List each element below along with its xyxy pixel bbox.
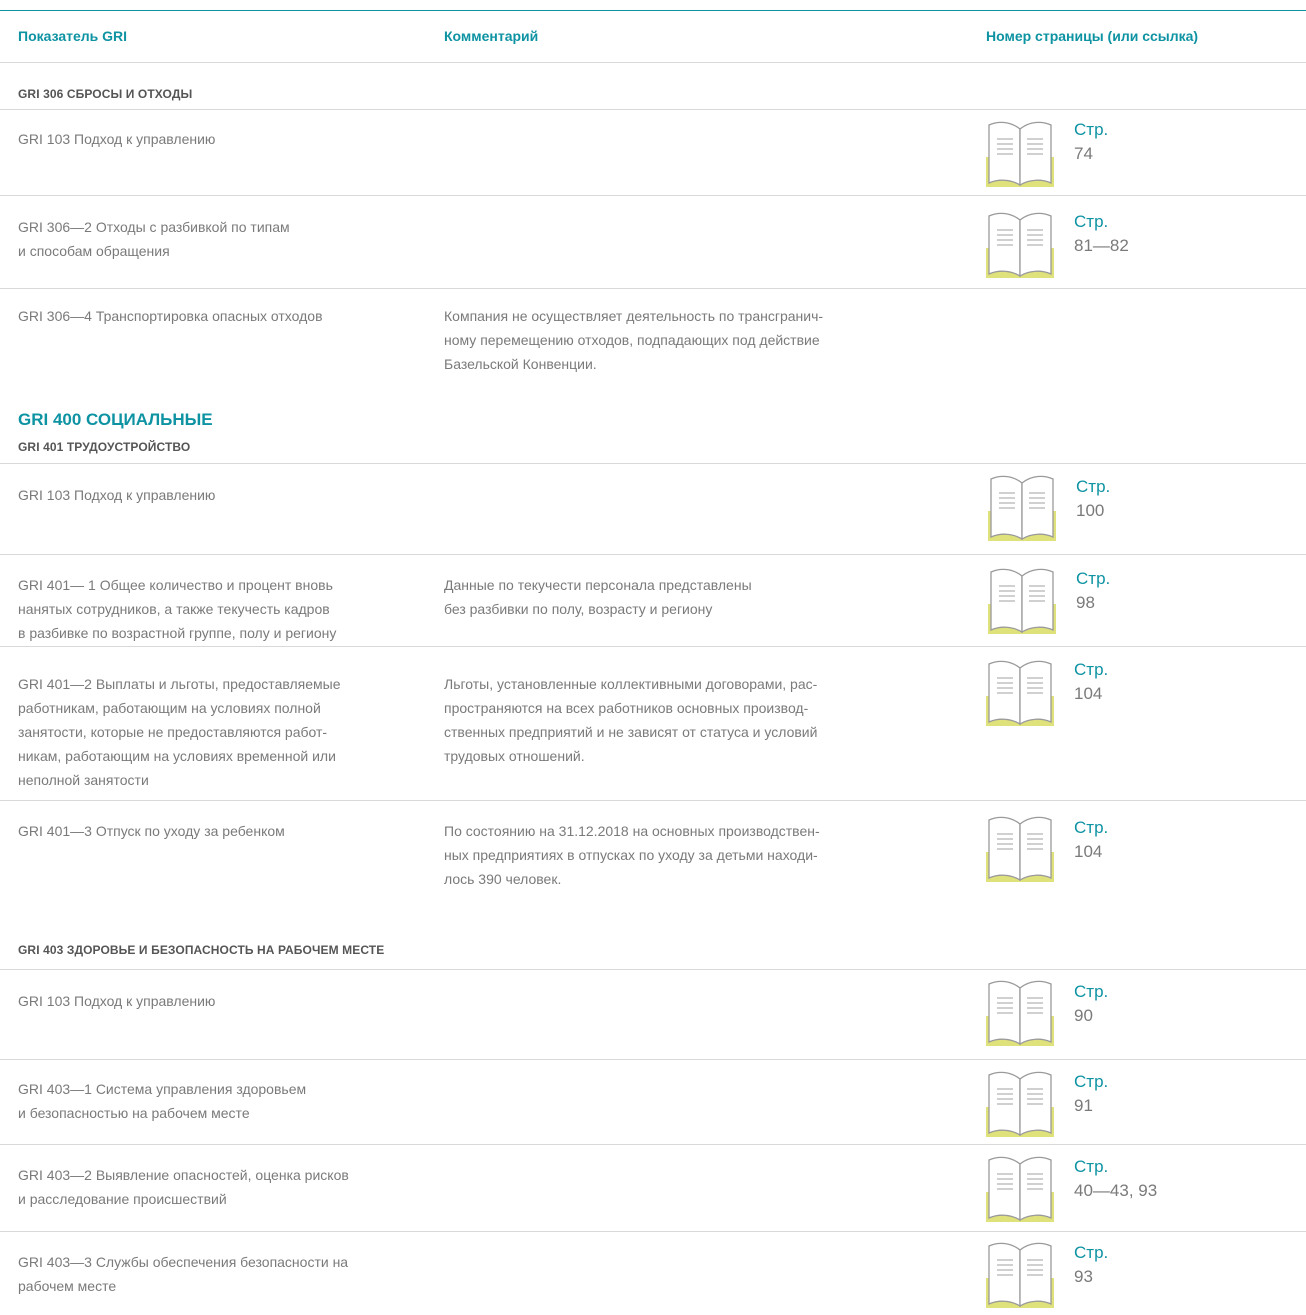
row-divider	[0, 554, 1306, 555]
section-title-403: GRI 403 ЗДОРОВЬЕ И БЕЗОПАСНОСТЬ НА РАБОЧ…	[18, 943, 385, 957]
book-icon[interactable]	[984, 652, 1056, 728]
row-indicator: GRI 103 Подход к управлению	[18, 131, 216, 147]
row-indicator: GRI 103 Подход к управлению	[18, 993, 216, 1009]
row-indicator: GRI 306—2 Отходы с разбивкой по типам и …	[18, 219, 290, 259]
page-reference[interactable]: Стр. 90	[1074, 980, 1108, 1028]
book-icon[interactable]	[984, 808, 1056, 884]
page-label: Стр.	[1074, 660, 1109, 679]
row-divider	[0, 1231, 1306, 1232]
page-number: 81—82	[1074, 236, 1129, 255]
page-reference[interactable]: Стр. 74	[1074, 118, 1108, 166]
column-header-comment: Комментарий	[444, 28, 539, 44]
book-icon[interactable]	[986, 467, 1058, 543]
page-label: Стр.	[1074, 1157, 1109, 1176]
row-divider	[0, 800, 1306, 801]
row-divider	[0, 969, 1306, 970]
page-number: 91	[1074, 1096, 1093, 1115]
page-label: Стр.	[1074, 818, 1109, 837]
page-label: Стр.	[1074, 1072, 1109, 1091]
row-indicator: GRI 401—3 Отпуск по уходу за ребенком	[18, 823, 285, 839]
row-indicator: GRI 403—1 Система управления здоровьем и…	[18, 1081, 307, 1121]
row-divider	[0, 646, 1306, 647]
page-number: 104	[1074, 684, 1103, 703]
row-comment: Льготы, установленные коллективными дого…	[444, 676, 818, 764]
page-reference[interactable]: Стр. 91	[1074, 1070, 1108, 1118]
page-number: 104	[1074, 842, 1103, 861]
page-number: 100	[1076, 501, 1105, 520]
section-title-400: GRI 400 СОЦИАЛЬНЫЕ	[18, 410, 213, 429]
page-number: 98	[1076, 593, 1095, 612]
row-indicator: GRI 403—3 Службы обеспечения безопасност…	[18, 1254, 349, 1294]
row-divider	[0, 288, 1306, 289]
page-label: Стр.	[1076, 569, 1111, 588]
page-reference[interactable]: Стр. 93	[1074, 1241, 1108, 1289]
row-comment: Данные по текучести персонала представле…	[444, 577, 752, 617]
row-comment: Компания не осуществляет деятельность по…	[444, 308, 824, 372]
page-reference[interactable]: Стр. 104	[1074, 658, 1108, 706]
page-label: Стр.	[1076, 477, 1111, 496]
row-divider	[0, 463, 1306, 464]
book-icon[interactable]	[984, 1063, 1056, 1139]
row-divider	[0, 1144, 1306, 1145]
row-indicator: GRI 403—2 Выявление опасностей, оценка р…	[18, 1167, 349, 1207]
page-number: 93	[1074, 1267, 1093, 1286]
page-label: Стр.	[1074, 120, 1109, 139]
header-bottom-rule	[0, 62, 1306, 63]
book-icon[interactable]	[984, 1148, 1056, 1224]
book-icon[interactable]	[984, 204, 1056, 280]
page-reference[interactable]: Стр. 81—82	[1074, 210, 1129, 258]
row-divider	[0, 1059, 1306, 1060]
page-number: 40—43, 93	[1074, 1181, 1158, 1200]
row-indicator: GRI 401— 1 Общее количество и процент вн…	[18, 577, 337, 641]
row-divider	[0, 195, 1306, 196]
section-title-401: GRI 401 ТРУДОУСТРОЙСТВО	[18, 440, 191, 454]
row-divider	[0, 109, 1306, 110]
page-reference[interactable]: Стр. 100	[1076, 475, 1110, 523]
book-icon[interactable]	[984, 972, 1056, 1048]
page-reference[interactable]: Стр. 40—43, 93	[1074, 1155, 1157, 1203]
page-reference[interactable]: Стр. 98	[1076, 567, 1110, 615]
page-label: Стр.	[1074, 1243, 1109, 1262]
page-label: Стр.	[1074, 982, 1109, 1001]
row-indicator: GRI 306—4 Транспортировка опасных отходо…	[18, 308, 323, 324]
book-icon[interactable]	[986, 560, 1058, 636]
section-title-306: GRI 306 СБРОСЫ И ОТХОДЫ	[18, 87, 193, 101]
page-reference[interactable]: Стр. 104	[1074, 816, 1108, 864]
row-comment: По состоянию на 31.12.2018 на основных п…	[444, 823, 820, 887]
page-number: 90	[1074, 1006, 1093, 1025]
row-indicator: GRI 103 Подход к управлению	[18, 487, 216, 503]
book-icon[interactable]	[984, 113, 1056, 189]
page-label: Стр.	[1074, 212, 1109, 231]
row-indicator: GRI 401—2 Выплаты и льготы, предоставляе…	[18, 676, 341, 788]
header-top-rule	[0, 10, 1306, 11]
page-number: 74	[1074, 144, 1093, 163]
column-header-page: Номер страницы (или ссылка)	[986, 28, 1199, 44]
column-header-indicator: Показатель GRI	[18, 28, 128, 44]
book-icon[interactable]	[984, 1234, 1056, 1310]
